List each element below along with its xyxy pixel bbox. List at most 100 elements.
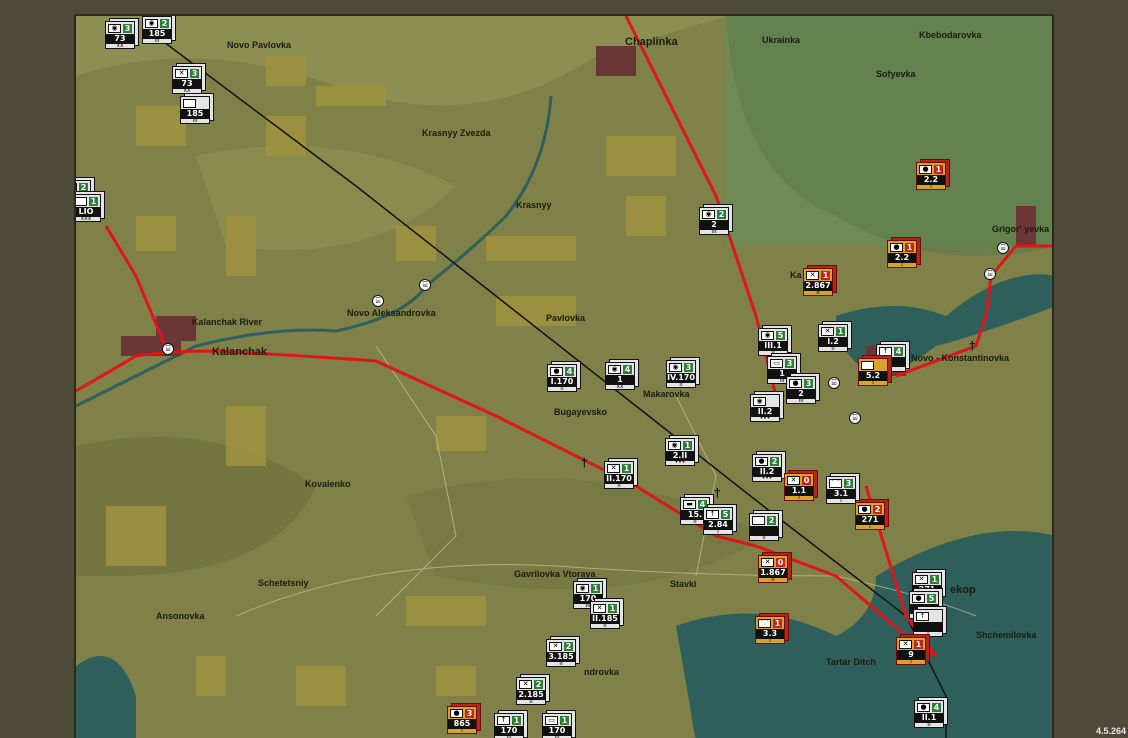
unit-type-icon: ● (919, 165, 932, 174)
unit-size-marker: II (927, 721, 931, 728)
counter-face: ↑I (913, 609, 943, 637)
counter-face: ✕ 1 2.867 II (803, 268, 833, 296)
counter-face: ● 4 I.170 II (547, 364, 577, 392)
counter-face: ▭ 1 170 III (542, 713, 572, 738)
place-bugayevsko: Bugayevsko (554, 407, 608, 417)
unit-type-icon: ✕ (787, 476, 800, 485)
unit-counter[interactable]: ◉ 3 73 xx (105, 18, 139, 53)
unit-strength: 3 (190, 69, 199, 78)
place-krasnyy: Krasnyy (516, 200, 552, 210)
unit-size-marker: II (771, 576, 775, 583)
unit-counter[interactable]: ◉ 3 IV.170 II (666, 357, 700, 392)
unit-counter[interactable]: ✕ 1 2.867 II (803, 265, 837, 300)
counter-face: 1 LIO xxx (76, 194, 101, 222)
unit-strength: 3 (844, 479, 853, 488)
unit-counter[interactable]: ◉ 2 185 III (142, 16, 176, 48)
unit-counter[interactable]: ● 4 II.1 II (914, 697, 948, 732)
place-schetetsniy: Schetetsniy (258, 578, 309, 588)
place-stavki: Stavki (670, 579, 697, 589)
unit-counter[interactable]: ● 3 865 I (447, 703, 481, 738)
unit-strength: 2 (160, 19, 169, 28)
unit-counter[interactable]: ● 2 271 I (855, 499, 889, 534)
unit-counter[interactable]: ◉ 4 1 xx (605, 359, 639, 394)
unit-counter[interactable]: ✕ 2 2.185 II (516, 674, 550, 709)
unit-strength: 0 (802, 476, 811, 485)
unit-counter[interactable]: ● 1 2.2 I (916, 159, 950, 194)
unit-counter[interactable]: ▭ 1 170 III (542, 710, 576, 738)
unit-counter[interactable]: ✕ 0 1.867 II (758, 552, 792, 587)
unit-type-icon: ⌒ (829, 479, 842, 488)
bridge-icon: ⌸ (162, 343, 174, 355)
bridge-icon: ⌸ (419, 279, 431, 291)
unit-counter[interactable]: ● 4 I.170 II (547, 361, 581, 396)
church-cross-icon: † (714, 486, 721, 500)
unit-counter[interactable]: ↑ 1 170 III (494, 710, 528, 738)
unit-counter[interactable]: ● 1 2.2 I (887, 237, 921, 272)
place-novo-pavlovka: Novo Pavlovka (227, 40, 292, 50)
unit-strength: 1 (914, 640, 923, 649)
unit-counter[interactable]: 185 III (180, 93, 214, 128)
unit-strength: 1 (836, 327, 845, 336)
bridge-icon: ⌸ (997, 242, 1009, 254)
unit-type-icon: ◉ (668, 441, 681, 450)
unit-type-icon: ◉ (669, 363, 682, 372)
unit-counter[interactable]: ✕ 0 1.1 I (784, 470, 818, 505)
unit-type-icon: ◉ (608, 365, 621, 374)
unit-type-icon: ↑ (706, 510, 719, 519)
counter-face: ✕ 1 II.185 II (590, 601, 620, 629)
unit-counter[interactable]: ◉ II.2 ••• (750, 391, 784, 426)
unit-size-marker: III (192, 117, 198, 124)
counter-face: ✕ 2 2.185 II (516, 677, 546, 705)
unit-counter[interactable]: ✕ 1 II.185 II (590, 598, 624, 633)
unit-strength: 1 (591, 584, 600, 593)
unit-size-marker: ••• (761, 475, 773, 482)
unit-counter[interactable]: 5.2 I (858, 355, 892, 390)
place-kalanchak: Kalanchak (212, 346, 268, 358)
unit-strength: 1 (622, 464, 631, 473)
unit-counter[interactable]: ● 2 II.2 ••• (752, 451, 786, 486)
unit-type-icon: ✕ (821, 327, 834, 336)
unit-strength: 1 (89, 197, 98, 206)
counter-face: ● 4 II.1 II (914, 700, 944, 728)
unit-counter[interactable]: ✕ 1 I.2 II (818, 321, 852, 356)
unit-type-icon: ✕ (806, 271, 819, 280)
counter-face: ✕ 2 3.185 II (546, 639, 576, 667)
place-novo-aleksandrovka: Novo Aleksandrovka (347, 308, 436, 318)
tactical-map[interactable]: Chaplinka Novo Pavlovka Ukrainka Kbeboda… (74, 14, 1054, 738)
unit-type-icon: ● (917, 703, 930, 712)
unit-type-icon: ✕ (593, 604, 606, 613)
place-grigoryevka: Grigor' yevka (992, 224, 1050, 234)
unit-strength: 2 (873, 505, 882, 514)
unit-size-marker: xx (616, 383, 624, 390)
unit-type-icon: ● (450, 709, 463, 718)
unit-counter[interactable]: ↑ 5 2.84 I (703, 504, 737, 539)
unit-counter[interactable]: ✕ 2 3.185 II (546, 636, 580, 671)
counter-face: ◉ 3 73 xx (105, 21, 135, 49)
unit-size-marker: II (816, 289, 820, 296)
unit-counter[interactable]: ⌒ 1 3.3 I (755, 613, 789, 648)
unit-counter[interactable]: 2 II (749, 510, 783, 545)
unit-type-icon: ✕ (899, 640, 912, 649)
unit-counter[interactable]: 1 LIO xxx (76, 191, 105, 226)
unit-type-icon: ▭ (545, 716, 558, 725)
unit-counter[interactable]: ✕ 1 9 I (896, 634, 930, 669)
unit-type-icon (752, 516, 765, 525)
unit-counter[interactable]: ◉ 1 2.II ••• (665, 435, 699, 470)
place-kovalenko: Kovalenko (305, 479, 351, 489)
unit-counter[interactable]: ✕ 1 II.170 II (604, 458, 638, 493)
counter-face: ● 3 865 I (447, 706, 477, 734)
unit-strength: 1 (934, 165, 943, 174)
unit-counter[interactable]: ◉ 2 2 III (699, 204, 733, 239)
counter-face: ✕ 0 1.867 II (758, 555, 788, 583)
unit-size-marker: II (560, 385, 564, 392)
unit-type-icon (76, 197, 87, 206)
counter-face: ⌒ 3 3.1 I (826, 476, 856, 504)
unit-type-icon: ✕ (549, 642, 562, 651)
bridge-icon: ⌸ (372, 295, 384, 307)
unit-strength: 4 (932, 703, 941, 712)
unit-counter[interactable]: ● 3 2 III (786, 373, 820, 408)
place-novo-konstantinovka: Novo - Konstantinovka (911, 353, 1010, 363)
unit-strength: 5 (927, 594, 936, 603)
unit-size-marker: III (798, 397, 804, 404)
unit-strength: 2 (564, 642, 573, 651)
